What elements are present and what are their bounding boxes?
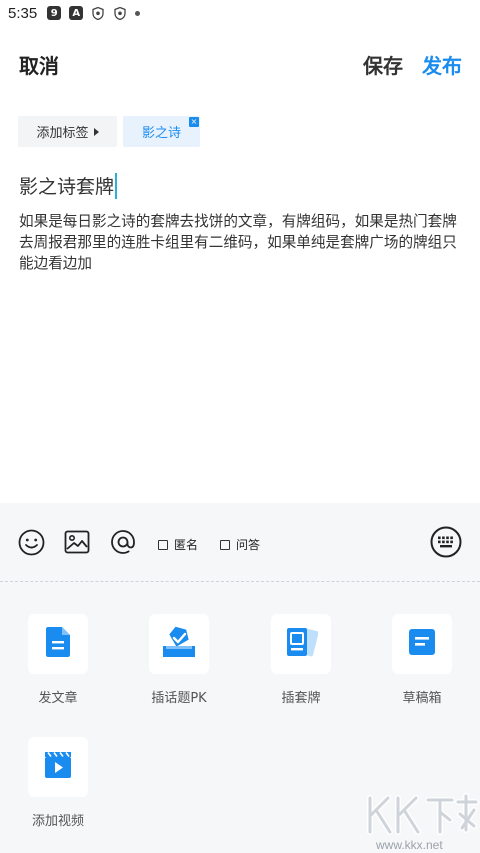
image-icon[interactable]: [63, 528, 91, 556]
drafts-tile: [392, 614, 452, 674]
shield-icon: [113, 6, 127, 20]
action-label: 草稿箱: [402, 691, 442, 706]
tag-chip-label: 影之诗: [141, 126, 181, 141]
a-letter-icon: A: [69, 6, 84, 20]
close-icon[interactable]: ×: [189, 117, 199, 127]
app-badge-icon: 9: [47, 6, 62, 20]
deck-tile: [271, 614, 331, 674]
anonymous-label: 匿名: [174, 538, 199, 552]
dot-icon: [135, 10, 141, 16]
drafts-icon: [408, 628, 436, 660]
publish-article-action[interactable]: 发文章: [13, 614, 103, 706]
at-icon[interactable]: [109, 528, 137, 556]
cancel-button[interactable]: 取消: [19, 50, 59, 79]
qa-label: 问答: [236, 538, 261, 552]
action-label: 插套牌: [281, 691, 321, 706]
qa-checkbox[interactable]: 问答: [220, 536, 260, 553]
save-button[interactable]: 保存: [363, 50, 403, 79]
checkbox-square: [158, 539, 168, 550]
title-text: 影之诗套牌: [19, 176, 115, 198]
add-video-action[interactable]: 添加视频: [13, 737, 103, 829]
toolbar-divider: [0, 581, 480, 582]
checkbox-square: [220, 539, 230, 550]
publish-button[interactable]: 发布: [422, 50, 462, 79]
insert-deck-action[interactable]: 插套牌: [256, 614, 346, 706]
add-tag-button[interactable]: 添加标签: [18, 116, 117, 147]
text-caret: [115, 172, 118, 199]
tag-chip[interactable]: 影之诗 ×: [123, 116, 200, 147]
anonymous-checkbox[interactable]: 匿名: [158, 536, 198, 553]
article-icon: [45, 626, 71, 662]
action-label: 发文章: [38, 691, 78, 706]
drafts-action[interactable]: 草稿箱: [377, 614, 467, 706]
action-label: 插话题PK: [151, 691, 207, 706]
video-tile: [28, 737, 88, 797]
status-bar: 5:35 9 A: [0, 0, 480, 26]
article-tile: [28, 614, 88, 674]
keyboard-icon[interactable]: [430, 526, 462, 558]
status-time: 5:35: [8, 4, 38, 22]
shield-icon: [91, 6, 105, 20]
insert-topic-pk-action[interactable]: 插话题PK: [134, 614, 224, 706]
editor-toolbar: 匿名 问答: [0, 503, 480, 581]
triangle-right-icon: [93, 127, 99, 136]
add-tag-label: 添加标签: [36, 126, 89, 141]
emoji-icon[interactable]: [17, 528, 45, 556]
action-label: 添加视频: [31, 814, 84, 829]
top-bar: 取消 保存 发布: [0, 44, 480, 84]
topic-pk-icon: [162, 626, 196, 662]
tags-row: 添加标签 影之诗 ×: [18, 116, 200, 147]
deck-icon: [284, 626, 319, 662]
body-input[interactable]: 如果是每日影之诗的套牌去找饼的文章，有牌组码，如果是热门套牌去周报君那里的连胜卡…: [19, 211, 459, 274]
topic-pk-tile: [149, 614, 209, 674]
title-input[interactable]: 影之诗套牌: [19, 172, 118, 199]
video-icon: [44, 751, 72, 783]
